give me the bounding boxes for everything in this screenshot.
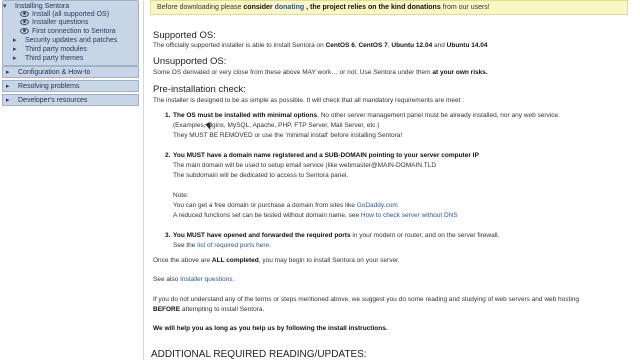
godaddy-link[interactable]: GoDaddy.com (357, 202, 398, 209)
requirement-1-line2: (Examples, Nginx, MySQL, Apache, PHP, FT… (173, 122, 380, 129)
eye-icon (20, 19, 29, 25)
requirement-2-line2: The main domain will be used to setup em… (173, 162, 437, 169)
supported-os-text: The officially supported installer is ab… (153, 42, 488, 49)
note-label: Note: (173, 192, 189, 199)
sidebar-item-developer[interactable]: ▸ Developer's resources (2, 94, 139, 106)
expand-arrow-icon: ▸ (6, 69, 10, 76)
requirement-2-line3: The subdomain will be dedicated to acces… (173, 172, 349, 179)
once-completed-text: Once the above are ALL completed, you ma… (153, 257, 400, 264)
understand-line1: If you do not understand any of the term… (153, 296, 580, 303)
sidebar-item-resolving[interactable]: ▸ Resolving problems (2, 80, 139, 92)
installer-questions-link[interactable]: Installer questions. (180, 276, 234, 283)
supported-os-heading: Supported OS: (153, 30, 216, 41)
collapse-arrow-icon: ▾ (3, 3, 7, 10)
requirement-1-line1: The OS must be installed with minimal op… (173, 112, 560, 119)
required-ports-link[interactable]: list of required ports here. (197, 242, 271, 249)
help-text: We will help you as long as you help us … (153, 325, 388, 332)
main-content: Before downloading please consider donat… (148, 0, 636, 360)
requirement-2-line1: You MUST have a domain name registered a… (173, 152, 479, 159)
reduced-functions-text: A reduced functions set can be tested wi… (173, 212, 458, 219)
sidebar-subitem-themes[interactable]: ▸ Third party themes (13, 53, 83, 63)
see-also-text: See also Installer questions. (153, 276, 235, 283)
expand-arrow-icon: ▸ (6, 83, 10, 90)
pre-installation-intro: The installer is designed to be as simpl… (153, 97, 465, 104)
sidebar-item-configuration[interactable]: ▸ Configuration & How-to (2, 66, 139, 78)
list-number-2: 2. (165, 152, 171, 159)
unsupported-os-text: Some OS derivated or very close from the… (153, 69, 488, 76)
requirement-1-line3: They MUST BE REMOVED or use the 'minimal… (173, 132, 403, 139)
expand-arrow-icon: ▸ (13, 55, 17, 62)
check-without-dns-link[interactable]: How to check server without DNS (361, 212, 458, 219)
expand-arrow-icon: ▸ (6, 97, 10, 104)
eye-icon (20, 28, 29, 34)
donating-link[interactable]: donating (275, 4, 305, 11)
donate-banner: Before downloading please consider donat… (150, 0, 628, 15)
understand-line2: BEFORE attempting to install Sentora. (153, 306, 265, 313)
expand-arrow-icon: ▸ (13, 46, 17, 53)
list-number-1: 1. (165, 112, 171, 119)
expand-arrow-icon: ▸ (13, 37, 17, 44)
requirement-3-line1: You MUST have opened and forwarded the r… (173, 232, 500, 239)
sidebar: ▾ Installing Sentora Install (all suppor… (0, 0, 144, 360)
requirement-3-line2: See the list of required ports here. (173, 242, 271, 249)
free-domain-text: You can get a free domain or purchase a … (173, 202, 398, 209)
unsupported-os-heading: Unsupported OS: (153, 56, 227, 67)
pre-installation-heading: Pre-installation check: (153, 84, 246, 95)
list-number-3: 3. (165, 232, 171, 239)
additional-reading-heading: ADDITIONAL REQUIRED READING/UPDATES: (151, 349, 367, 360)
